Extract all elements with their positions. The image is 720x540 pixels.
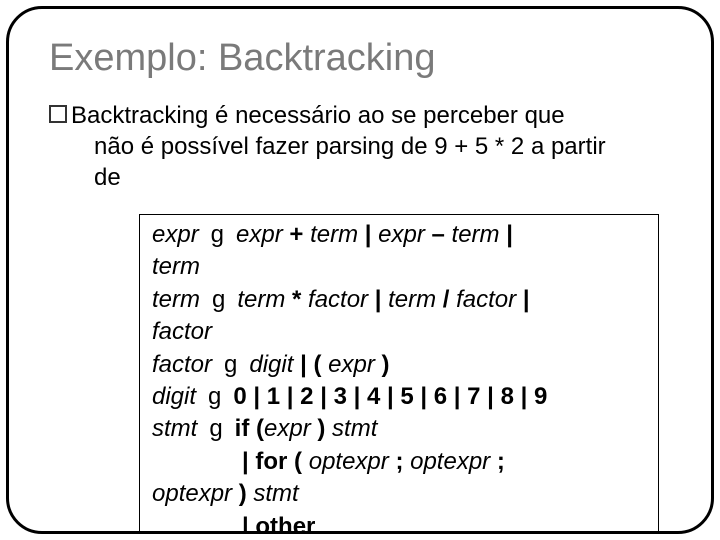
intro-text: Backtracking é necessário ao se perceber… <box>49 100 671 194</box>
slide-frame: Exemplo: Backtracking Backtracking é nec… <box>6 6 714 534</box>
grammar-line-10: | other <box>152 511 646 534</box>
grammar-line-7: stmt g if (expr ) stmt <box>152 413 646 445</box>
grammar-line-5: factor g digit | ( expr ) <box>152 349 646 381</box>
intro-line2: não é possível fazer parsing de 9 + 5 * … <box>94 131 671 162</box>
grammar-line-8: | for ( optexpr ; optexpr ; <box>152 446 646 478</box>
grammar-line-4: factor <box>152 316 646 348</box>
grammar-line-3: term g term * factor | term / factor | <box>152 284 646 316</box>
grammar-line-2: term <box>152 251 646 283</box>
slide-title: Exemplo: Backtracking <box>49 37 671 80</box>
square-bullet-icon <box>49 105 67 123</box>
arrow-icon: g <box>219 349 243 381</box>
intro-line1: Backtracking é necessário ao se perceber… <box>71 100 565 131</box>
grammar-line-1: expr g expr + term | expr – term | <box>152 219 646 251</box>
grammar-line-6: digit g 0 | 1 | 2 | 3 | 4 | 5 | 6 | 7 | … <box>152 381 646 413</box>
arrow-icon: g <box>205 219 229 251</box>
arrow-icon: g <box>207 284 231 316</box>
grammar-box: expr g expr + term | expr – term | term … <box>139 214 659 534</box>
arrow-icon: g <box>203 381 227 413</box>
intro-line3: de <box>94 162 671 193</box>
grammar-line-9: optexpr ) stmt <box>152 478 646 510</box>
arrow-icon: g <box>204 413 228 445</box>
